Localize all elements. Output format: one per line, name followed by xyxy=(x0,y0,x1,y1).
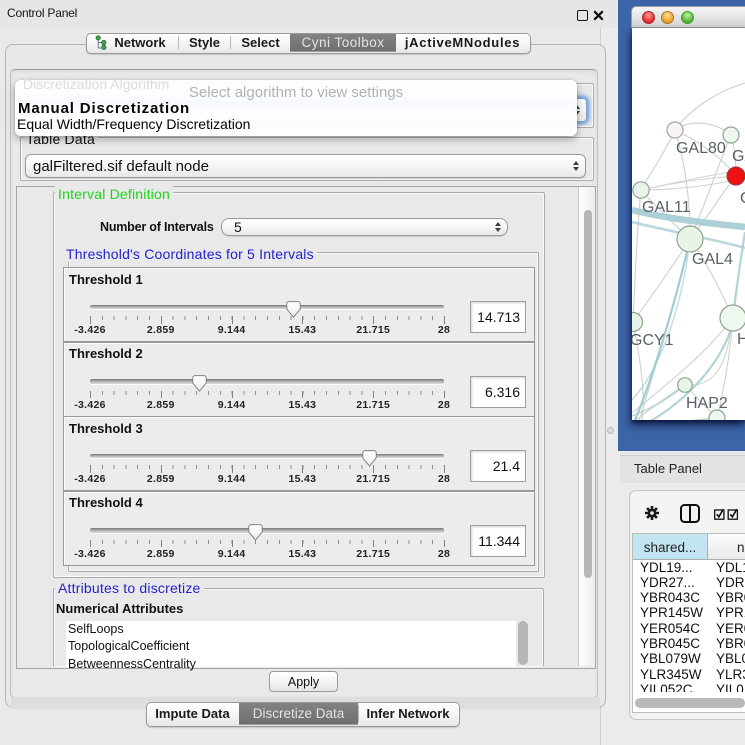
svg-text:GCY1: GCY1 xyxy=(632,332,674,349)
svg-text:GA: GA xyxy=(732,148,745,165)
svg-text:H: H xyxy=(737,331,745,348)
svg-text:GAL4: GAL4 xyxy=(692,251,733,268)
svg-text:GAL11: GAL11 xyxy=(642,199,691,216)
svg-text:C: C xyxy=(740,190,745,207)
svg-text:HAP2: HAP2 xyxy=(686,395,728,412)
svg-text:GAL80: GAL80 xyxy=(676,140,726,157)
